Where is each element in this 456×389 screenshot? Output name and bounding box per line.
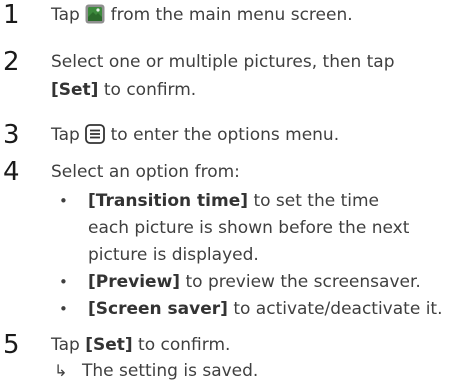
step-text-after: from the main menu screen.	[110, 5, 353, 25]
step-number: 4	[3, 157, 20, 187]
screen-saver-label: [Screen saver]	[88, 299, 228, 319]
bullet-line: [Screen saver] to activate/deactivate it…	[88, 297, 442, 321]
options-menu-icon	[85, 124, 106, 151]
set-label: [Set]	[85, 335, 133, 355]
bullet-text-rest: to activate/deactivate it.	[233, 299, 443, 319]
step-text: Tap to enter the options menu.	[51, 123, 339, 151]
step-text: Tap [Set] to confirm.	[51, 333, 230, 357]
screensaver-app-icon	[85, 4, 105, 31]
transition-time-label: [Transition time]	[88, 191, 249, 211]
step-text-line-1: Select one or multiple pictures, then ta…	[51, 52, 395, 72]
bullet-line: [Preview] to preview the screensaver.	[88, 270, 421, 294]
step-text-after: to confirm.	[138, 335, 231, 355]
step-text-line-2: [Set] to confirm.	[51, 78, 196, 102]
preview-label: [Preview]	[88, 272, 181, 292]
step-text-rest: to confirm.	[103, 80, 197, 100]
step-text-before: Tap	[51, 335, 80, 355]
result-text: The setting is saved.	[82, 361, 259, 381]
bullet-line-3: picture is displayed.	[88, 245, 259, 265]
step-number: 3	[3, 120, 20, 150]
step-text-after: to enter the options menu.	[110, 125, 340, 145]
bullet-line-2: each picture is shown before the next	[88, 218, 410, 238]
set-label: [Set]	[51, 80, 99, 100]
step-text: Tap from the main menu screen.	[51, 3, 353, 31]
step-text: Select an option from:	[51, 162, 240, 182]
step-number: 2	[3, 47, 20, 77]
step-text-before: Tap	[51, 125, 80, 145]
bullet-marker: •	[59, 192, 68, 210]
step-number: 1	[3, 0, 20, 30]
bullet-text-rest: to preview the screensaver.	[185, 272, 421, 292]
bullet-line-1: [Transition time] to set the time	[88, 189, 379, 213]
result-arrow-icon: ↳	[54, 361, 68, 380]
step-number: 5	[3, 330, 20, 360]
bullet-text-rest: to set the time	[253, 191, 380, 211]
bullet-marker: •	[59, 273, 68, 291]
bullet-marker: •	[59, 300, 68, 318]
step-text-before: Tap	[51, 5, 80, 25]
